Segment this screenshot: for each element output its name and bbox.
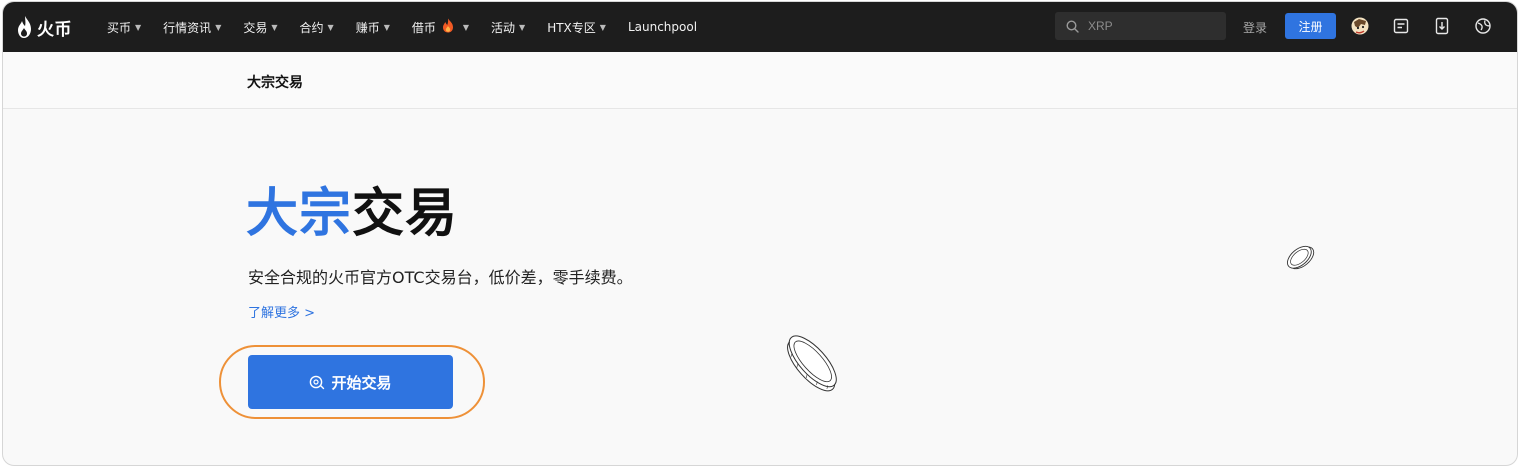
nav-item-buy-crypto[interactable]: 买币 ▼ [107,19,141,36]
hero-title: 大宗交易 [246,182,458,246]
nav-item-label: 借币 [411,20,436,35]
brand-name: 火币 [37,19,72,40]
caret-down-icon: ▼ [519,22,526,32]
page-subheader: 大宗交易 [3,52,1517,109]
nav-item-label: 交易 [243,20,268,35]
nav-item-markets[interactable]: 行情资讯 ▼ [163,19,221,36]
fire-hot-icon [442,18,454,36]
nav-item-loans[interactable]: 借币 ▼ [412,18,469,36]
coin-illustration-icon [1287,245,1315,270]
nav-item-activities[interactable]: 活动 ▼ [491,19,525,36]
caret-down-icon: ▼ [215,22,222,32]
start-trading-label: 开始交易 [331,373,392,392]
download-icon[interactable] [1432,16,1452,36]
language-globe-icon[interactable] [1473,16,1493,36]
nav-item-label: HTX专区 [547,20,596,35]
search-input[interactable] [1088,19,1218,33]
search-box[interactable] [1055,12,1226,40]
trade-coin-icon [310,375,325,390]
nav-item-label: Launchpool [627,20,698,34]
nav-item-label: 买币 [107,20,132,35]
start-trading-button[interactable]: 开始交易 [248,355,453,409]
main-nav: 买币 ▼ 行情资讯 ▼ 交易 ▼ 合约 ▼ 赚币 ▼ 借币 ▼ 活动 ▼ HTX… [107,2,719,52]
caret-down-icon: ▼ [135,22,142,32]
login-link[interactable]: 登录 [1243,19,1267,36]
page-title: 大宗交易 [247,75,303,91]
browser-frame: 火币 买币 ▼ 行情资讯 ▼ 交易 ▼ 合约 ▼ 赚币 ▼ 借币 ▼ 活动 ▼ … [2,1,1518,466]
hero-title-highlight: 大宗 [246,184,353,244]
orders-icon[interactable] [1391,16,1411,36]
learn-more-link[interactable]: 了解更多 > [248,302,315,321]
nav-item-launchpool[interactable]: Launchpool [628,20,697,34]
search-icon [1066,19,1079,33]
caret-down-icon: ▼ [327,22,334,32]
caret-down-icon: ▼ [383,22,390,32]
brand-logo[interactable]: 火币 [17,12,72,42]
nav-item-htx-zone[interactable]: HTX专区 ▼ [547,19,606,36]
nav-item-futures[interactable]: 合约 ▼ [300,19,334,36]
top-navigation-bar: 火币 买币 ▼ 行情资讯 ▼ 交易 ▼ 合约 ▼ 赚币 ▼ 借币 ▼ 活动 ▼ … [3,2,1517,52]
nav-item-label: 赚币 [355,20,380,35]
flame-logo-icon [18,16,31,38]
caret-down-icon: ▼ [462,22,470,32]
nav-item-label: 合约 [299,20,324,35]
nav-item-trade[interactable]: 交易 ▼ [243,19,277,36]
hero-title-rest: 交易 [352,184,459,244]
coin-illustration-icon [787,335,837,392]
register-button[interactable]: 注册 [1285,13,1336,39]
nav-item-earn[interactable]: 赚币 ▼ [356,19,390,36]
caret-down-icon: ▼ [599,22,606,32]
caret-down-icon: ▼ [271,22,278,32]
nav-item-label: 行情资讯 [163,20,212,35]
avatar-icon[interactable] [1350,16,1370,36]
hero-description: 安全合规的火币官方OTC交易台，低价差，零手续费。 [248,268,633,287]
nav-item-label: 活动 [491,20,516,35]
